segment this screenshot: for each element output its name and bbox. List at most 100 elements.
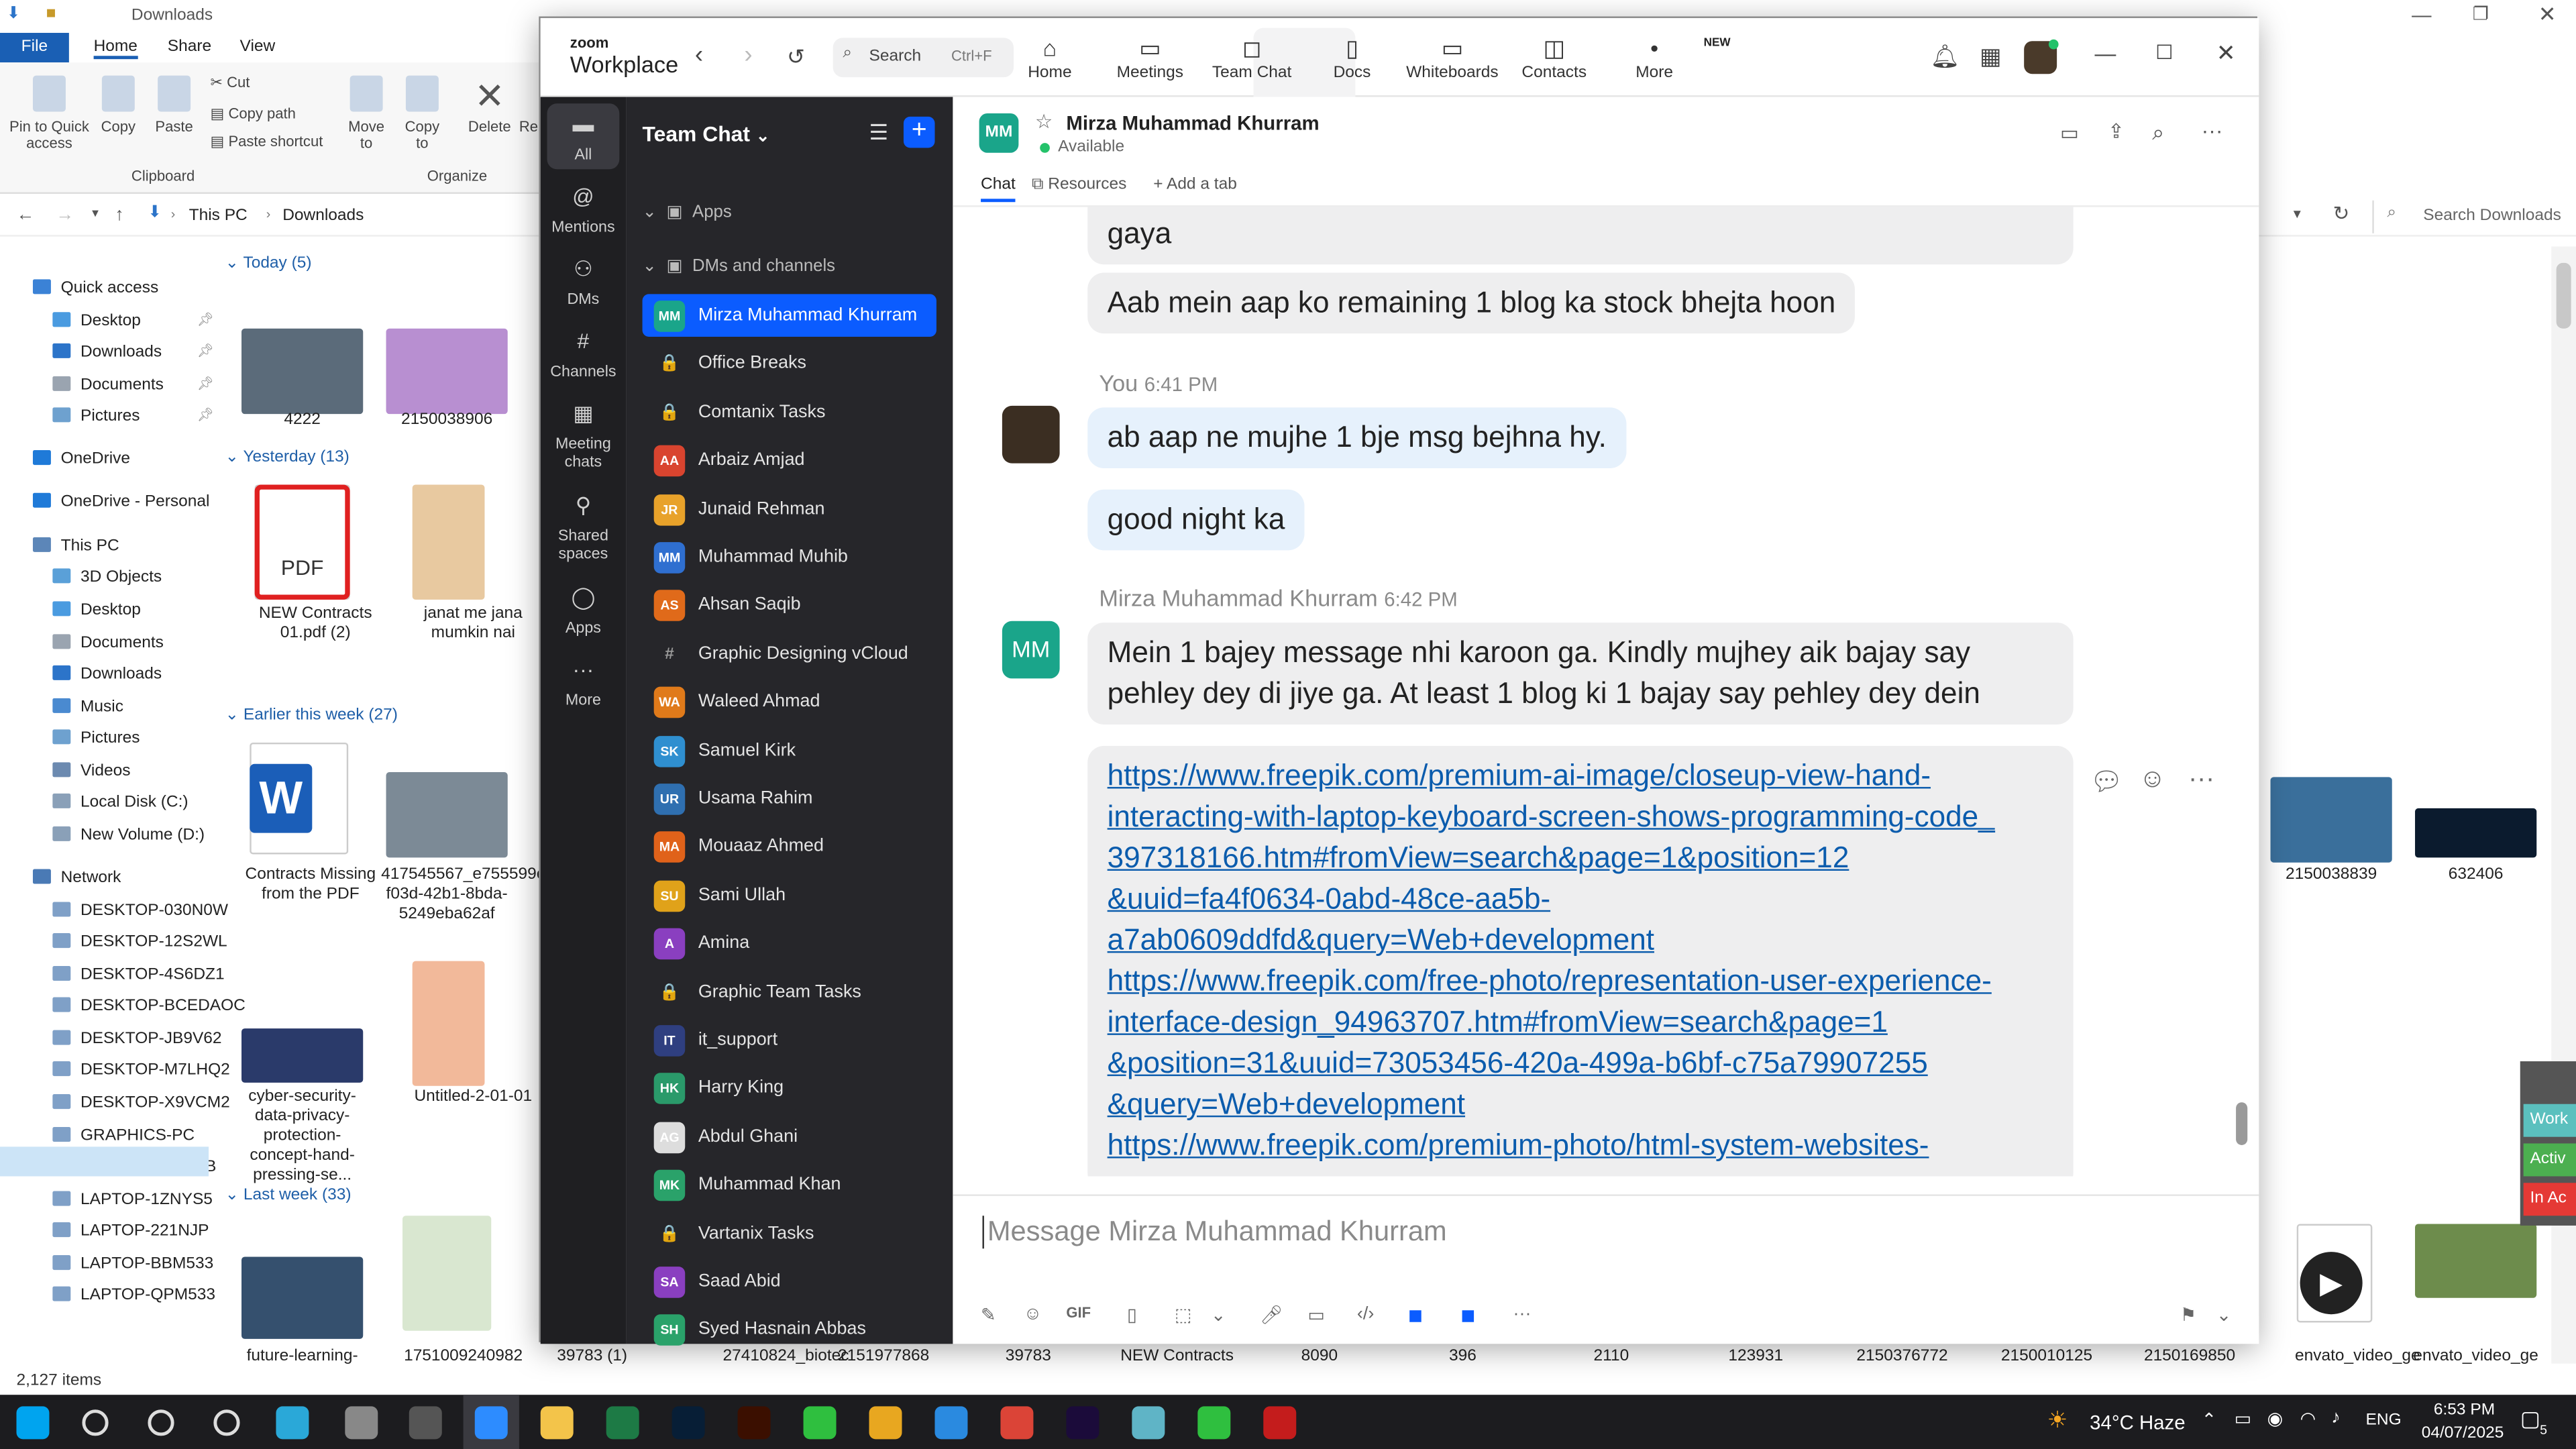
file-name[interactable]: envato_video_ge [2410,1347,2542,1366]
channel-item[interactable]: 🔒 Comtanix Tasks [643,390,936,433]
edge-icon[interactable] [276,1406,309,1440]
add-tab-button[interactable]: + Add a tab [1153,176,1237,194]
tag-inactive[interactable]: In Ac [2523,1183,2576,1216]
bluetooth-icon[interactable]: ◉ [2267,1408,2284,1429]
emoji-icon[interactable]: ☺ [1024,1305,1042,1324]
app-icon[interactable] [1132,1406,1165,1440]
nav-forward-icon[interactable]: › [744,41,752,69]
file-thumbnail[interactable] [412,484,485,600]
file-thumbnail[interactable] [386,772,508,858]
nav-item[interactable]: Quick access [32,279,158,297]
screenshot-icon[interactable]: ⬚ [1175,1305,1191,1326]
pen-icon[interactable] [345,1406,378,1440]
photoshop-icon[interactable] [672,1406,705,1440]
nav-item[interactable]: New Volume (D:) [52,826,205,845]
channel-item[interactable]: 🔒 Office Breaks [643,342,936,385]
channel-item[interactable]: # Graphic Designing vCloud [643,632,936,675]
filter-icon[interactable]: ☰ [869,120,889,146]
tag-work[interactable]: Work [2523,1104,2576,1137]
channel-item[interactable]: IT it_support [643,1018,936,1061]
minimize-icon[interactable]: — [2412,3,2431,26]
file-icon[interactable]: ▯ [1127,1305,1137,1326]
file-thumbnail[interactable] [386,328,508,415]
section-dms[interactable]: ⌄ ▣ DMs and channels [643,256,835,276]
chevron-down-icon[interactable]: ⌄ [2216,1305,2232,1326]
calendar-icon[interactable]: ▦ [1980,43,2001,71]
maximize-icon[interactable]: ☐ [2155,41,2173,64]
premiere-icon[interactable] [1066,1406,1099,1440]
contact-name[interactable]: Mirza Muhammad Khurram [1066,112,1319,135]
file-name[interactable]: 39783 [1006,1347,1051,1365]
tab-share[interactable]: Share [168,38,211,56]
refresh-icon[interactable]: ↻ [2333,202,2350,225]
close-icon[interactable]: ✕ [2216,40,2236,68]
nav-item[interactable]: Downloads [52,665,162,684]
file-name[interactable]: 39783 (1) [557,1347,627,1365]
more-options-icon[interactable]: ··· [2202,118,2223,143]
group-header[interactable]: ⌄ Last week (33) [225,1186,352,1204]
cortana-icon[interactable] [148,1409,174,1436]
file-name[interactable]: envato_video_ge [2292,1347,2423,1366]
excel-icon[interactable] [606,1406,639,1440]
message-input[interactable]: Message Mirza Muhammad Khurram [982,1216,1447,1249]
star-icon[interactable]: ☆ [1035,110,1053,133]
file-name[interactable]: 632406 [2410,866,2542,885]
vscode-icon[interactable] [934,1406,968,1440]
nav-team-chat[interactable]: ◻ Team Chat [1203,32,1301,82]
file-explorer-icon[interactable] [540,1406,574,1440]
format-icon[interactable]: ✎ [981,1305,996,1326]
file-name[interactable]: NEW Contracts 01.pdf (2) [250,604,381,644]
nav-item[interactable]: DESKTOP-X9VCM2 [52,1094,230,1112]
nav-item[interactable]: DESKTOP-12S2WL [52,933,227,951]
terminal-icon[interactable] [409,1406,442,1440]
file-thumbnail[interactable] [241,1256,364,1339]
recent-icon[interactable]: ▾ [92,205,99,220]
nav-item[interactable]: OneDrive - Personal [32,492,209,511]
link[interactable]: 397318166.htm#fromView=search&page=1&pos… [1108,838,2054,879]
nav-item[interactable]: DESKTOP-030N0W [52,902,228,920]
nav-item[interactable]: DESKTOP-M7LHQ2 [52,1061,230,1079]
zoom-search[interactable]: ⌕ Search Ctrl+F [833,38,1014,78]
nav-item[interactable]: Desktop 📌︎ [52,312,214,330]
tab-home[interactable]: Home [93,38,138,60]
file-thumbnail[interactable] [2270,777,2392,863]
group-header[interactable]: ⌄ Today (5) [225,255,312,273]
close-icon[interactable]: ✕ [2538,1,2557,28]
file-name[interactable]: 8090 [1301,1347,1338,1365]
file-name[interactable]: NEW Contracts [1120,1347,1234,1365]
link[interactable]: https://www.freepik.com/premium-photo/ht… [1108,1126,2054,1167]
group-header[interactable]: ⌄ Earlier this week (27) [225,706,398,724]
rail-channels[interactable]: # Channels [541,327,626,381]
more-icon[interactable]: ··· [1513,1305,1532,1324]
link[interactable]: a7ab0609ddfd&query=Web+development [1108,920,2054,961]
file-thumbnail[interactable] [2415,1224,2537,1298]
file-name[interactable]: 1751009240982 [398,1347,529,1366]
tab-view[interactable]: View [240,38,276,56]
nav-item[interactable]: LAPTOP-QPM533 [52,1286,215,1305]
channel-item[interactable]: AG Abdul Ghani [643,1115,936,1158]
video-call-icon[interactable]: ▭ [2060,121,2079,144]
nav-item[interactable]: LAPTOP-1ZNYS5 [52,1191,213,1209]
tray-chevron-icon[interactable]: ⌃ [2202,1409,2217,1431]
nav-item[interactable]: Network [32,869,121,887]
nav-item[interactable]: Music [52,698,123,716]
channel-item[interactable]: SH Syed Hasnain Abbas [643,1308,936,1351]
file-name[interactable]: Untitled-2-01-01 [407,1087,539,1107]
audio-icon[interactable]: 🎤︎ [1260,1305,1283,1326]
channel-item[interactable]: A Amina [643,922,936,965]
section-apps[interactable]: ⌄ ▣ Apps [643,202,732,221]
nav-home[interactable]: ⌂ Home [1000,32,1099,82]
tag-active[interactable]: Activ [2523,1143,2576,1177]
reply-icon[interactable]: 💬︎ [2090,765,2123,798]
nav-item[interactable]: DESKTOP-JB9V62 [52,1030,222,1048]
nav-contacts[interactable]: ◫ Contacts [1505,32,1603,82]
channel-item[interactable]: SK Samuel Kirk [643,729,936,771]
channel-item[interactable]: AS Ahsan Saqib [643,584,936,627]
file-name[interactable]: 2150010125 [2001,1347,2092,1365]
file-name[interactable]: future-learning- [237,1347,368,1366]
rail-shared-spaces[interactable]: ⚲ Shared spaces [541,491,626,564]
rail-dms[interactable]: ⚇ DMs [541,255,626,309]
channel-item[interactable]: 🔒 Graphic Team Tasks [643,970,936,1013]
file-thumbnail[interactable] [412,961,485,1086]
nav-item[interactable]: Local Disk (C:) [52,793,189,812]
